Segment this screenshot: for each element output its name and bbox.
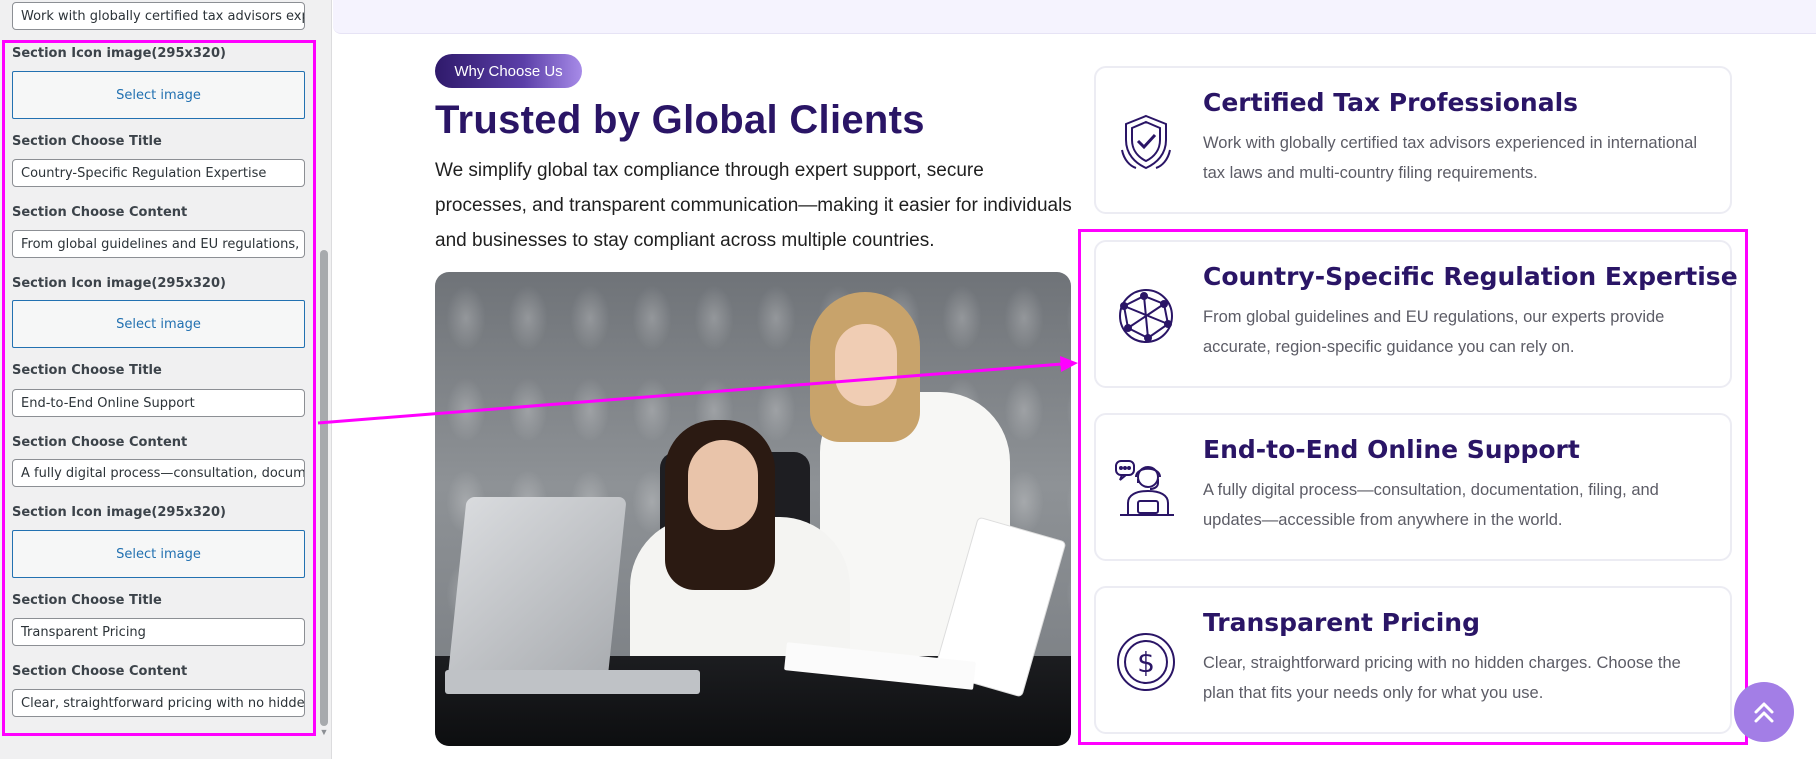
- annotation-box-left: [2, 40, 316, 736]
- admin-sidebar: Work with globally certified tax advisor…: [0, 0, 332, 759]
- office-photo: [435, 272, 1071, 746]
- sidebar-scrollbar[interactable]: [320, 250, 328, 726]
- annotation-box-right: [1078, 229, 1748, 745]
- scroll-down-arrow-icon[interactable]: ▼: [319, 727, 329, 737]
- card-text: Work with globally certified tax advisor…: [1203, 134, 1698, 182]
- double-chevron-up-icon: [1754, 702, 1774, 723]
- back-to-top-button[interactable]: [1734, 682, 1794, 742]
- card-title: Certified Tax Professionals: [1203, 88, 1579, 117]
- section-badge: Why Choose Us: [435, 54, 582, 88]
- feature-card: Certified Tax Professionals Work with gl…: [1094, 66, 1732, 214]
- preview-top-strip: [333, 0, 1816, 34]
- section-heading: Trusted by Global Clients: [435, 98, 925, 142]
- shield-check-icon: [1121, 114, 1171, 170]
- section-intro: We simplify global tax compliance throug…: [435, 160, 1072, 251]
- prev-content-field[interactable]: Work with globally certified tax advisor…: [12, 2, 305, 30]
